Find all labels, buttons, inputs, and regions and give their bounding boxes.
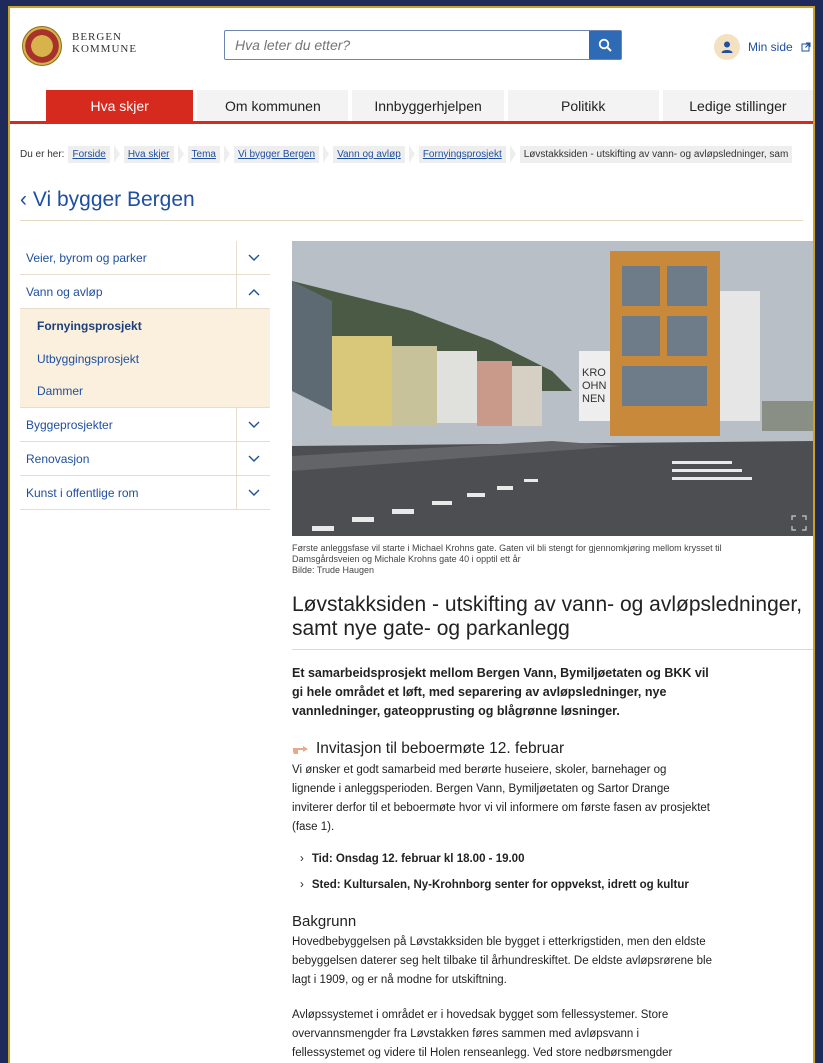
svg-text:KRO: KRO (582, 367, 606, 379)
divider (20, 220, 803, 221)
sidebar-item-kunst-i-offentlige-rom[interactable]: Kunst i offentlige rom (20, 476, 270, 510)
background-heading: Bakgrunn (292, 913, 357, 930)
photo-caption: Første anleggsfase vil starte i Michael … (292, 543, 813, 576)
article: KRO OHN NEN Første anleggsfase vil start… (292, 241, 813, 1063)
breadcrumb-forside[interactable]: Forside (68, 145, 110, 163)
search-input[interactable] (225, 31, 589, 59)
sidebar-subitem-utbyggingsprosjekt[interactable]: Utbyggingsprosjekt (20, 342, 270, 375)
tab-politikk[interactable]: Politikk (507, 90, 659, 121)
breadcrumb-vann-og-avlop[interactable]: Vann og avløp (333, 145, 405, 163)
tab-innbyggerhjelpen[interactable]: Innbyggerhjelpen (352, 90, 504, 121)
invitation-heading: Invitasjon til beboermøte 12. februar (292, 740, 813, 758)
caption-line-2: Damsgårdsveien og Michale Krohns gate 40… (292, 554, 521, 564)
sidebar-item-byggeprosjekter[interactable]: Byggeprosjekter (20, 408, 270, 442)
caption-line-1: Første anleggsfase vil starte i Michael … (292, 543, 722, 553)
chevron-down-icon[interactable] (236, 408, 270, 441)
chevron-up-icon[interactable] (236, 275, 270, 308)
svg-text:NEN: NEN (582, 393, 605, 405)
breadcrumb: Du er her: Forside Hva skjer Tema Vi byg… (20, 145, 793, 163)
pointing-hand-icon (293, 746, 308, 754)
breadcrumb-tema[interactable]: Tema (187, 145, 220, 163)
breadcrumb-hva-skjer[interactable]: Hva skjer (123, 145, 174, 163)
logo-text[interactable]: BERGEN KOMMUNE (72, 31, 137, 55)
meeting-time: Tid: Onsdag 12. februar kl 18.00 - 19.00 (292, 853, 813, 865)
site-header: BERGEN KOMMUNE Min side (10, 8, 813, 88)
breadcrumb-label: Du er her: (20, 148, 65, 160)
min-side-label: Min side (748, 40, 793, 54)
user-icon (714, 34, 740, 60)
breadcrumb-vi-bygger-bergen[interactable]: Vi bygger Bergen (233, 145, 320, 163)
background-paragraph-2: Avløpssystemet i området er i hovedsak b… (292, 1009, 673, 1059)
meeting-place: Sted: Kultursalen, Ny-Krohnborg senter f… (292, 879, 813, 891)
tab-hva-skjer[interactable]: Hva skjer (46, 90, 194, 121)
article-title: Løvstakksiden - utskifting av vann- og a… (292, 593, 813, 650)
page-frame: BERGEN KOMMUNE Min side (8, 6, 815, 1063)
caption-credit: Bilde: Trude Haugen (292, 565, 375, 575)
invitation-title: Invitasjon til beboermøte 12. februar (316, 740, 565, 757)
sidebar-subitem-fornyingsprosjekt[interactable]: Fornyingsprosjekt (20, 309, 270, 342)
back-link-vi-bygger-bergen[interactable]: ‹ Vi bygger Bergen (20, 188, 195, 212)
svg-text:OHN: OHN (582, 380, 607, 392)
main-navigation: Hva skjer Om kommunen Innbyggerhjelpen P… (10, 90, 813, 124)
chevron-down-icon[interactable] (236, 241, 270, 274)
article-photo: KRO OHN NEN (292, 241, 813, 536)
background-paragraph-1: Hovedbebyggelsen på Løvstakksiden ble by… (292, 936, 712, 986)
logo-line-1: BERGEN (72, 31, 122, 43)
chevron-down-icon[interactable] (236, 442, 270, 475)
tab-om-kommunen[interactable]: Om kommunen (197, 90, 349, 121)
search-button[interactable] (589, 31, 621, 59)
sidebar-item-label: Veier, byrom og parker (26, 250, 147, 265)
sidebar-item-renovasjon[interactable]: Renovasjon (20, 442, 270, 476)
search-icon (598, 38, 612, 52)
breadcrumb-current: Løvstakksiden - utskifting av vann- og a… (519, 145, 793, 163)
article-lead: Et samarbeidsprosjekt mellom Bergen Vann… (292, 666, 709, 718)
sidebar-item-veier-byrom-og-parker[interactable]: Veier, byrom og parker (20, 241, 270, 275)
sidebar-item-label: Byggeprosjekter (26, 417, 113, 432)
bergen-coat-of-arms-logo[interactable] (22, 26, 62, 66)
street-scene-image: KRO OHN NEN (292, 241, 813, 536)
chevron-down-icon[interactable] (236, 476, 270, 509)
sidebar-item-label: Vann og avløp (26, 284, 103, 299)
tab-ledige-stillinger[interactable]: Ledige stillinger (662, 90, 813, 121)
breadcrumb-fornyingsprosjekt[interactable]: Fornyingsprosjekt (418, 145, 506, 163)
external-link-icon (801, 42, 811, 52)
sidebar: Veier, byrom og parker Vann og avløp For… (20, 241, 270, 510)
search-box (224, 30, 622, 60)
invitation-text: Vi ønsker et godt samarbeid med berørte … (292, 764, 710, 833)
sidebar-item-label: Renovasjon (26, 451, 90, 466)
sidebar-item-label: Kunst i offentlige rom (26, 485, 139, 500)
min-side-link[interactable]: Min side (714, 34, 811, 60)
sidebar-item-vann-og-avlop[interactable]: Vann og avløp (20, 275, 270, 309)
sidebar-subitem-dammer[interactable]: Dammer (20, 375, 270, 408)
logo-line-2: KOMMUNE (72, 43, 138, 55)
